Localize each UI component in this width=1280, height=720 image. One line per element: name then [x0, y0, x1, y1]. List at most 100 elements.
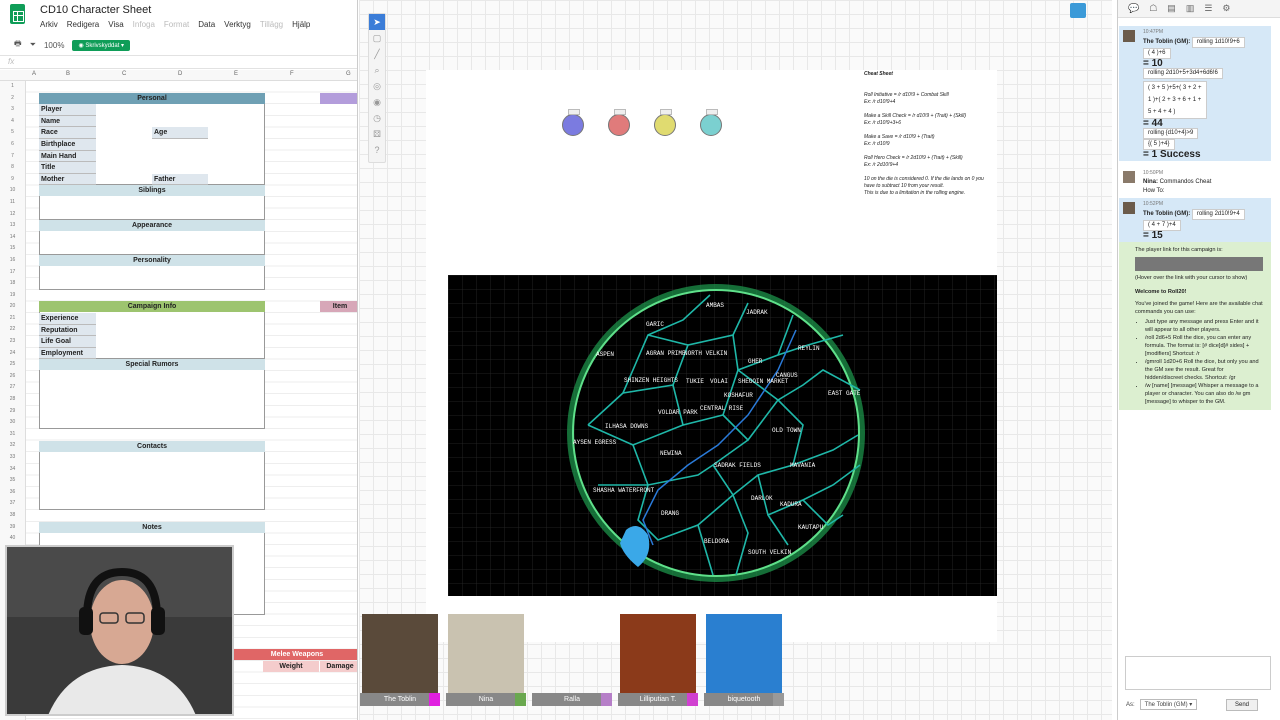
column-header[interactable]: B	[66, 71, 70, 77]
journal-tab-icon[interactable]: ▤	[1167, 3, 1176, 14]
zoom-select[interactable]: 100%	[44, 41, 64, 50]
art-tab-icon[interactable]: ☖	[1149, 3, 1157, 14]
speaking-as-select[interactable]: The Toblin (GM) ▾	[1139, 699, 1198, 710]
select-tool-icon[interactable]: ➤	[369, 14, 385, 30]
row-number[interactable]: 7	[0, 151, 25, 163]
map-place-label: REYLIN	[798, 345, 820, 352]
view-only-button[interactable]: ◉ Skrivskyddat ▾	[72, 39, 131, 51]
row-number[interactable]: 9	[0, 174, 25, 186]
row-number[interactable]: 15	[0, 243, 25, 255]
filter-icon[interactable]: ⏷	[30, 40, 36, 50]
row-number[interactable]: 10	[0, 185, 25, 197]
player-link-box[interactable]	[1135, 257, 1263, 271]
document-title[interactable]: CD10 Character Sheet	[40, 4, 151, 16]
layer-tool-icon[interactable]: ▢	[369, 30, 385, 46]
row-number[interactable]: 6	[0, 139, 25, 151]
row-number[interactable]: 31	[0, 429, 25, 441]
row-number[interactable]: 26	[0, 371, 25, 383]
menu-item[interactable]: Hjälp	[292, 20, 310, 29]
player-card[interactable]: Lilliputian T.	[618, 612, 698, 706]
row-number[interactable]: 21	[0, 313, 25, 325]
column-header[interactable]: D	[178, 71, 182, 77]
row-number[interactable]: 27	[0, 382, 25, 394]
row-number[interactable]: 16	[0, 255, 25, 267]
column-header[interactable]: G	[346, 71, 351, 77]
chat-tab-icon[interactable]: 💬	[1128, 3, 1139, 14]
column-header[interactable]: E	[234, 71, 238, 77]
row-number[interactable]: 19	[0, 290, 25, 302]
row-number[interactable]: 28	[0, 394, 25, 406]
row-number[interactable]: 18	[0, 278, 25, 290]
row-number[interactable]: 38	[0, 510, 25, 522]
row-number[interactable]: 20	[0, 301, 25, 313]
row-number[interactable]: 22	[0, 324, 25, 336]
row-number[interactable]: 33	[0, 452, 25, 464]
row-number[interactable]: 25	[0, 359, 25, 371]
column-header[interactable]: C	[122, 71, 126, 77]
print-icon[interactable]: 🖶	[14, 38, 22, 52]
settings-tab-icon[interactable]: ⚙	[1222, 3, 1230, 14]
fog-tool-icon[interactable]: ◉	[369, 94, 385, 110]
menu-item[interactable]: Tillägg	[260, 20, 283, 29]
token[interactable]	[562, 109, 584, 136]
row-number[interactable]: 3	[0, 104, 25, 116]
chat-log[interactable]: 10:47PM The Toblin (GM): rolling 1d10!9+…	[1119, 26, 1271, 654]
row-number[interactable]: 8	[0, 162, 25, 174]
column-header[interactable]: F	[290, 71, 294, 77]
row-number[interactable]: 13	[0, 220, 25, 232]
row-number[interactable]: 11	[0, 197, 25, 209]
row-number[interactable]: 40	[0, 533, 25, 545]
row-number[interactable]: 2	[0, 93, 25, 105]
list-tab-icon[interactable]: ☰	[1204, 3, 1212, 14]
column-header[interactable]: A	[32, 71, 36, 77]
row-number[interactable]: 23	[0, 336, 25, 348]
menu-item[interactable]: Verktyg	[224, 20, 251, 29]
compendium-tab-icon[interactable]: ▥	[1186, 3, 1195, 14]
help-tool-icon[interactable]: ?	[369, 142, 385, 158]
sheets-logo-icon[interactable]	[10, 4, 25, 24]
row-number[interactable]: 14	[0, 232, 25, 244]
row-number[interactable]: 30	[0, 417, 25, 429]
row-number[interactable]: 4	[0, 116, 25, 128]
personality-header: Personality	[39, 255, 265, 266]
zoom-tool-icon[interactable]: ⌕	[369, 62, 385, 78]
formula-bar[interactable]: fx	[0, 55, 357, 69]
city-map[interactable]: AMBAS JADRAK GARIC REYLIN ASPEN AGRAN PRIME NO…	[448, 275, 997, 596]
map-place-label: DARLOK	[751, 495, 773, 502]
row-number[interactable]: 12	[0, 209, 25, 221]
token[interactable]	[608, 109, 630, 136]
player-card[interactable]: The Toblin	[360, 612, 440, 706]
player-card[interactable]: Nina	[446, 612, 526, 706]
row-number[interactable]: 36	[0, 487, 25, 499]
page-toolbar-icon[interactable]	[1070, 3, 1086, 18]
row-number[interactable]: 17	[0, 267, 25, 279]
row-number[interactable]: 37	[0, 498, 25, 510]
cheat-entry: Make a Save = /r d10!9 + (Trait) Ex: /r d…	[864, 134, 996, 148]
menu-item[interactable]: Redigera	[67, 20, 99, 29]
send-button[interactable]: Send	[1226, 699, 1259, 711]
measure-tool-icon[interactable]: ◎	[369, 78, 385, 94]
dice-tool-icon[interactable]: ⚄	[369, 126, 385, 142]
row-number[interactable]: 34	[0, 464, 25, 476]
turn-tracker-icon[interactable]: ◷	[369, 110, 385, 126]
menu-item[interactable]: Data	[198, 20, 215, 29]
row-number[interactable]: 35	[0, 475, 25, 487]
chat-input[interactable]	[1125, 656, 1271, 690]
row-number[interactable]: 29	[0, 406, 25, 418]
token[interactable]	[700, 109, 722, 136]
map-place-label: SHINZEN HEIGHTS	[624, 377, 678, 384]
token[interactable]	[654, 109, 676, 136]
row-number[interactable]: 24	[0, 348, 25, 360]
row-number[interactable]: 5	[0, 127, 25, 139]
draw-tool-icon[interactable]: ╱	[369, 46, 385, 62]
menu-item[interactable]: Arkiv	[40, 20, 58, 29]
menu-item[interactable]: Format	[164, 20, 189, 29]
player-card[interactable]: biquetooth	[704, 612, 784, 706]
row-number[interactable]: 1	[0, 81, 25, 93]
player-card[interactable]: Ralla	[532, 612, 612, 706]
map-place-label: AYSEN EGRESS	[573, 439, 617, 446]
menu-item[interactable]: Visa	[108, 20, 123, 29]
row-number[interactable]: 32	[0, 440, 25, 452]
row-number[interactable]: 39	[0, 522, 25, 534]
menu-item[interactable]: Infoga	[133, 20, 155, 29]
